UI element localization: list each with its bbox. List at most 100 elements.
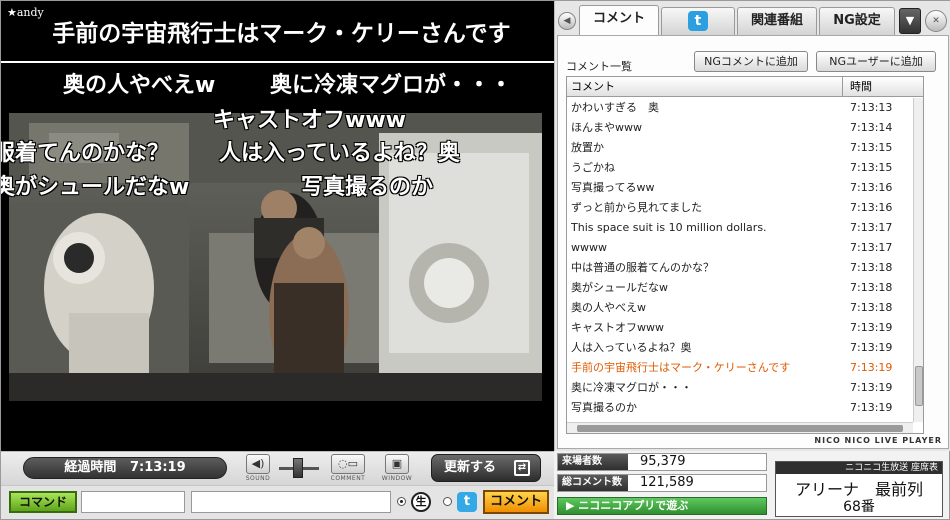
comment-cell: 奥に冷凍マグロが・・・ [571,381,692,394]
horizontal-scrollbar[interactable] [567,422,913,433]
window-icon: ▣ [385,454,409,474]
comment-table: コメント 時間 かわいすぎる 奥 7:13:13 ほんまやwww 7:13:14 放置か… [566,76,924,434]
twitter-radio[interactable] [443,497,452,506]
comment-cell: ずっと前から見れてました [571,201,703,214]
comment-cell: 写真撮るのか [571,401,637,414]
comment-list-title: コメント一覧 [566,60,632,73]
update-button[interactable]: 更新する ⇄ [431,454,541,482]
sound-label: SOUND [245,475,271,482]
window-button[interactable]: ▣ WINDOW [379,454,415,484]
overlay-comment: キャストオフwww [213,108,406,133]
time-cell: 7:13:17 [850,241,893,254]
comment-cell: 写真撮ってるww [571,181,655,194]
table-row[interactable]: 放置か 7:13:15 [567,138,913,158]
nicoapp-label: ニコニコアプリで遊ぶ [578,499,689,512]
time-cell: 7:13:16 [850,181,893,194]
tab-comments[interactable]: コメント [579,5,659,35]
table-row[interactable]: 写真撮るのか 7:13:19 [567,398,913,418]
command-button[interactable]: コマンド [9,491,77,513]
speaker-icon: ◀) [246,454,270,474]
table-row[interactable]: wwww 7:13:17 [567,238,913,258]
volume-slider[interactable] [279,458,319,478]
sound-button[interactable]: ◀) SOUND [243,454,273,484]
comment-rows: かわいすぎる 奥 7:13:13 ほんまやwww 7:13:14 放置か 7:13:15 う… [567,98,913,418]
column-header-comment[interactable]: コメント [567,77,843,97]
tab-menu-icon[interactable]: ▼ [899,8,921,34]
player-brand: NICO NICO LIVE PLAYER [814,436,942,445]
comment-list-panel: コメント一覧 NGコメントに追加 NGユーザーに追加 コメント 時間 かわいすぎ… [557,35,949,449]
scroll-thumb[interactable] [577,425,903,432]
total-comment-label: 総コメント数 [558,475,628,491]
broadcaster-name-text: andy [16,6,44,19]
comment-toggle-button[interactable]: ◌▭ COMMENT [327,454,369,484]
overlay-comment: 人は入っているよね？奥 [219,141,460,166]
player-controls: 経過時間 7:13:19 ◀) SOUND ◌▭ COMMENT ▣ WINDO… [1,451,554,485]
nico-live-player: 手前の宇宙飛行士はマーク・ケリーさんです ★andy 奥の人やべえw 奥に冷凍マ… [0,0,950,520]
time-cell: 7:13:17 [850,221,893,234]
twitter-icon: t [688,11,708,31]
table-row[interactable]: 写真撮ってるww 7:13:16 [567,178,913,198]
add-ng-user-button[interactable]: NGユーザーに追加 [816,51,936,72]
overlay-comment: 奥に冷凍マグロが・・・ [270,73,513,98]
seat-number: 68番 [843,499,875,515]
volume-knob[interactable] [293,458,303,478]
comment-toggle-label: COMMENT [330,475,366,482]
overlay-comment: 服着てんのかな？ [1,141,170,166]
video-player[interactable]: 手前の宇宙飛行士はマーク・ケリーさんです ★andy 奥の人やべえw 奥に冷凍マ… [1,1,554,451]
twitter-icon: t [457,492,477,512]
tab-prev-icon[interactable]: ◀ [558,12,576,30]
time-cell: 7:13:13 [850,101,893,114]
comment-input[interactable] [191,491,391,513]
table-row[interactable]: ずっと前から見れてました 7:13:16 [567,198,913,218]
time-cell: 7:13:16 [850,201,893,214]
comment-bubble-icon: ◌▭ [331,454,365,474]
add-ng-comment-button[interactable]: NGコメントに追加 [694,51,808,72]
comment-cell: This space suit is 10 million dollars. [571,221,767,234]
vertical-scrollbar[interactable] [913,98,923,422]
table-row[interactable]: 中は普通の服着てんのかな？ 7:13:18 [567,258,913,278]
table-row[interactable]: ほんまやwww 7:13:14 [567,118,913,138]
seat-header: ニコニコ生放送 座席表 [776,462,942,474]
command-input[interactable] [81,491,185,513]
time-cell: 7:13:18 [850,261,893,274]
side-panel: ◀ コメント t 関連番組 NG設定 ▼ ✕ コメント一覧 NGコメントに追加 … [554,1,950,451]
nicoapp-button[interactable]: ▶ ニコニコアプリで遊ぶ [557,497,767,515]
table-row[interactable]: 手前の宇宙飛行士はマーク・ケリーさんです 7:13:19 [567,358,913,378]
total-comment-count: 総コメント数 121,589 [557,474,767,492]
comment-cell: 奥がシュールだなw [571,281,668,294]
broadcaster-telop: 手前の宇宙飛行士はマーク・ケリーさんです [52,21,511,47]
window-label: WINDOW [381,475,413,482]
close-icon[interactable]: ✕ [925,10,947,32]
tab-ng-settings[interactable]: NG設定 [819,7,895,35]
comment-cell: ほんまやwww [571,121,642,134]
update-label: 更新する [444,460,497,475]
scroll-thumb[interactable] [915,366,923,406]
table-row[interactable]: かわいすぎる 奥 7:13:13 [567,98,913,118]
elapsed-label: 経過時間 [64,460,117,475]
table-row[interactable]: 奥がシュールだなw 7:13:18 [567,278,913,298]
tab-related-programs[interactable]: 関連番組 [737,7,817,35]
time-cell: 7:13:19 [850,401,893,414]
live-radio[interactable] [397,497,406,506]
comment-cell: 放置か [571,141,604,154]
table-row[interactable]: This space suit is 10 million dollars. 7:… [567,218,913,238]
table-row[interactable]: キャストオフwww 7:13:19 [567,318,913,338]
comment-cell: キャストオフwww [571,321,664,334]
comment-cell: かわいすぎる 奥 [571,101,659,114]
table-row[interactable]: 人は入っているよね？奥 7:13:19 [567,338,913,358]
send-comment-button[interactable]: コメント [483,490,549,514]
time-cell: 7:13:19 [850,321,893,334]
time-cell: 7:13:18 [850,281,893,294]
seat-ticket: ニコニコ生放送 座席表 アリーナ 最前列 68番 [775,461,943,517]
refresh-icon: ⇄ [514,460,530,476]
comment-cell: wwww [571,241,607,254]
table-row[interactable]: うごかね 7:13:15 [567,158,913,178]
visitor-value: 95,379 [640,454,686,469]
column-header-time[interactable]: 時間 [844,77,923,97]
table-row[interactable]: 奥に冷凍マグロが・・・ 7:13:19 [567,378,913,398]
tab-twitter[interactable]: t [661,7,735,35]
time-cell: 7:13:15 [850,141,893,154]
elapsed-value: 7:13:19 [129,460,186,475]
table-row[interactable]: 奥の人やべえw 7:13:18 [567,298,913,318]
time-cell: 7:13:15 [850,161,893,174]
